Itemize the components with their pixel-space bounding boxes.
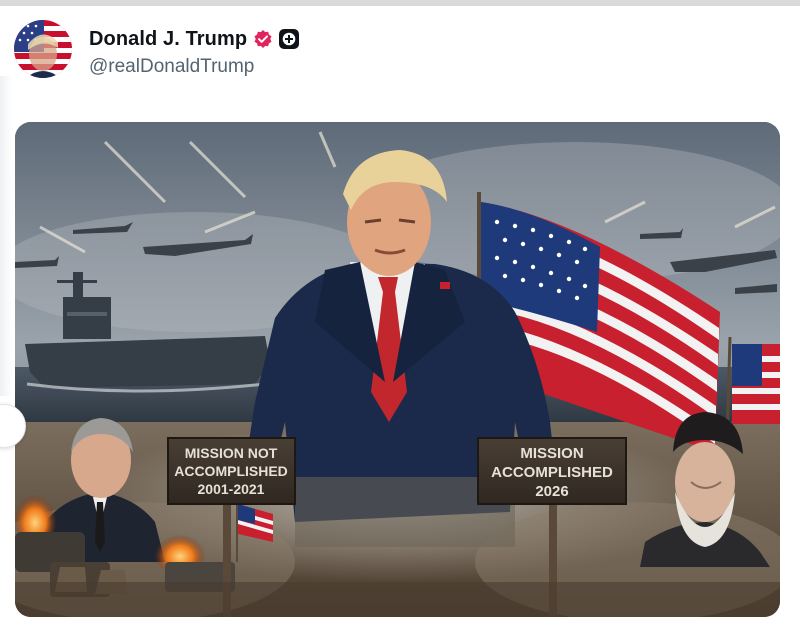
verified-badge-icon	[253, 29, 273, 49]
author-handle[interactable]: @realDonaldTrump	[89, 56, 254, 78]
plus-badge-icon	[279, 29, 300, 49]
author-display-name[interactable]: Donald J. Trump	[89, 28, 247, 51]
avatar[interactable]	[14, 20, 72, 78]
poster-illustration: MISSION NOT ACCOMPLISHED 2001-2021 MISSI…	[15, 122, 780, 617]
post-card: Donald J. Trump @realDonaldTrump MISSION…	[0, 6, 800, 624]
sign-1-line-2: ACCOMPLISHED	[174, 463, 288, 479]
sign-1-line-1: MISSION NOT	[185, 445, 278, 461]
sign-2-line-2: ACCOMPLISHED	[491, 464, 613, 481]
sign-mission-accomplished: MISSION ACCOMPLISHED 2026	[477, 437, 627, 505]
sign-1-line-3: 2001-2021	[198, 481, 265, 497]
sign-2-line-1: MISSION	[520, 445, 583, 462]
post-media-image[interactable]: MISSION NOT ACCOMPLISHED 2001-2021 MISSI…	[15, 122, 780, 617]
author-name-row: Donald J. Trump	[89, 26, 300, 52]
avatar-flag-portrait-icon	[14, 20, 72, 78]
sign-mission-not-accomplished: MISSION NOT ACCOMPLISHED 2001-2021	[167, 437, 296, 505]
left-edge-divider	[0, 76, 12, 396]
sign-2-line-3: 2026	[535, 483, 568, 500]
